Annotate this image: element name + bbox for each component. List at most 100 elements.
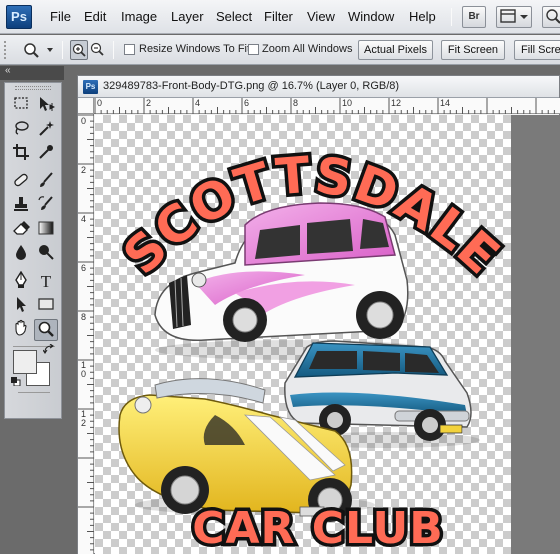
- fit-screen-button[interactable]: Fit Screen: [441, 40, 505, 60]
- path-selection-icon: [17, 297, 26, 312]
- menu-image[interactable]: Image: [121, 9, 157, 24]
- crop-tool[interactable]: [9, 143, 33, 165]
- tool-preset-picker[interactable]: [20, 40, 58, 60]
- shape-tool[interactable]: [34, 295, 58, 317]
- document-title: 329489783-Front-Body-DTG.png @ 16.7% (La…: [103, 80, 400, 92]
- lasso-icon: [15, 121, 29, 135]
- zoom-out-icon: [90, 42, 104, 56]
- eyedropper-tool[interactable]: [34, 143, 58, 165]
- bandage-icon: [14, 173, 28, 187]
- ruler-label: 8: [81, 312, 87, 322]
- ruler-label: 2: [81, 165, 87, 175]
- menu-select[interactable]: Select: [216, 9, 252, 24]
- tools-panel: T: [4, 82, 62, 419]
- foreground-color-swatch[interactable]: [13, 350, 37, 374]
- eraser-icon: [13, 221, 30, 235]
- menu-help[interactable]: Help: [409, 9, 436, 24]
- document-tab[interactable]: Ps 329489783-Front-Body-DTG.png @ 16.7% …: [78, 76, 559, 98]
- ruler-label: 0: [97, 98, 103, 108]
- blur-tool[interactable]: [9, 243, 33, 265]
- gradient-icon: [38, 221, 54, 235]
- ruler-label: 2: [146, 98, 152, 108]
- swap-icon: [42, 343, 54, 354]
- ruler-label: 4: [195, 98, 201, 108]
- document-ps-icon: Ps: [83, 80, 98, 94]
- ruler-label: 6: [244, 98, 250, 108]
- history-brush-icon: [38, 196, 53, 210]
- history-brush-tool[interactable]: [34, 195, 58, 217]
- document-window: Ps 329489783-Front-Body-DTG.png @ 16.7% …: [77, 75, 560, 554]
- hand-tool[interactable]: [9, 319, 33, 341]
- magic-wand-icon: [39, 121, 54, 136]
- horizontal-ruler[interactable]: 0 2 4 6 8 10 12 14: [94, 98, 560, 114]
- menu-window[interactable]: Window: [348, 9, 394, 24]
- tools-divider: [18, 392, 50, 393]
- menu-view[interactable]: View: [307, 9, 335, 24]
- fill-screen-button[interactable]: Fill Scre: [514, 40, 560, 60]
- tools-grip: [15, 86, 51, 90]
- collapse-icon[interactable]: «: [5, 65, 11, 76]
- ruler-label: 6: [81, 263, 87, 273]
- view-extras-icon: [500, 9, 528, 23]
- marquee-icon: [14, 97, 28, 109]
- drop-icon: [16, 245, 26, 260]
- tools-panel-header[interactable]: «: [0, 65, 64, 80]
- view-extras-button[interactable]: [496, 6, 532, 28]
- default-colors-icon: [11, 377, 21, 387]
- resize-windows-checkbox[interactable]: [124, 44, 135, 55]
- swap-colors-button[interactable]: [42, 343, 55, 354]
- menu-file[interactable]: File: [50, 9, 71, 24]
- dodge-icon: [39, 245, 54, 260]
- healing-brush-tool[interactable]: [9, 171, 33, 193]
- crop-icon: [13, 144, 29, 160]
- zoom-level-icon: [546, 9, 560, 24]
- options-separator: [62, 41, 63, 59]
- zoom-all-windows-checkbox[interactable]: [248, 44, 259, 55]
- vertical-ruler-ticks: [78, 114, 94, 551]
- vertical-ruler[interactable]: 0 2 4 6 8 1 0 1 2: [78, 114, 94, 554]
- bridge-button[interactable]: Br: [462, 6, 486, 28]
- zoom-all-windows-label: Zoom All Windows: [262, 43, 353, 55]
- horizontal-ruler-ticks: [94, 98, 555, 114]
- zoom-in-icon: [72, 43, 86, 57]
- zoom-level-button[interactable]: [542, 6, 560, 28]
- pasteboard: [511, 115, 560, 554]
- eyedropper-icon: [39, 145, 53, 159]
- menu-layer[interactable]: Layer: [171, 9, 204, 24]
- type-icon: T: [40, 272, 52, 291]
- zoom-tool-icon: [24, 43, 53, 58]
- ruler-label: 1 2: [81, 409, 87, 428]
- eraser-tool[interactable]: [9, 219, 33, 241]
- actual-pixels-button[interactable]: Actual Pixels: [358, 40, 433, 60]
- gradient-tool[interactable]: [34, 219, 58, 241]
- photoshop-logo: Ps: [6, 5, 32, 29]
- magic-wand-tool[interactable]: [34, 119, 58, 141]
- zoom-out-button[interactable]: [89, 40, 107, 60]
- move-icon: [40, 97, 56, 111]
- ruler-origin[interactable]: [78, 98, 94, 114]
- zoom-tool[interactable]: [34, 319, 58, 341]
- pen-tool[interactable]: [9, 270, 33, 293]
- clone-stamp-tool[interactable]: [9, 195, 33, 217]
- pen-icon: [15, 270, 27, 288]
- marquee-tool[interactable]: [9, 95, 33, 117]
- menu-edit[interactable]: Edit: [84, 9, 106, 24]
- document-canvas[interactable]: SCOTTSDALE CAR CLUB: [95, 115, 511, 554]
- brush-tool[interactable]: [34, 171, 58, 193]
- ruler-label: 8: [293, 98, 299, 108]
- artwork: SCOTTSDALE CAR CLUB: [109, 142, 511, 554]
- ruler-label: 14: [440, 98, 451, 108]
- menu-separator: [451, 8, 452, 26]
- default-colors-button[interactable]: [11, 375, 21, 387]
- type-tool[interactable]: T: [34, 271, 58, 293]
- zoom-in-button[interactable]: [70, 40, 88, 60]
- move-tool[interactable]: [34, 95, 58, 117]
- ruler-label: 4: [81, 214, 87, 224]
- ruler-label: 10: [342, 98, 353, 108]
- options-bar: Resize Windows To Fit Zoom All Windows A…: [0, 35, 560, 65]
- menu-filter[interactable]: Filter: [264, 9, 293, 24]
- dodge-tool[interactable]: [34, 243, 58, 265]
- options-grip: [4, 41, 9, 59]
- path-selection-tool[interactable]: [9, 295, 33, 317]
- lasso-tool[interactable]: [9, 119, 33, 141]
